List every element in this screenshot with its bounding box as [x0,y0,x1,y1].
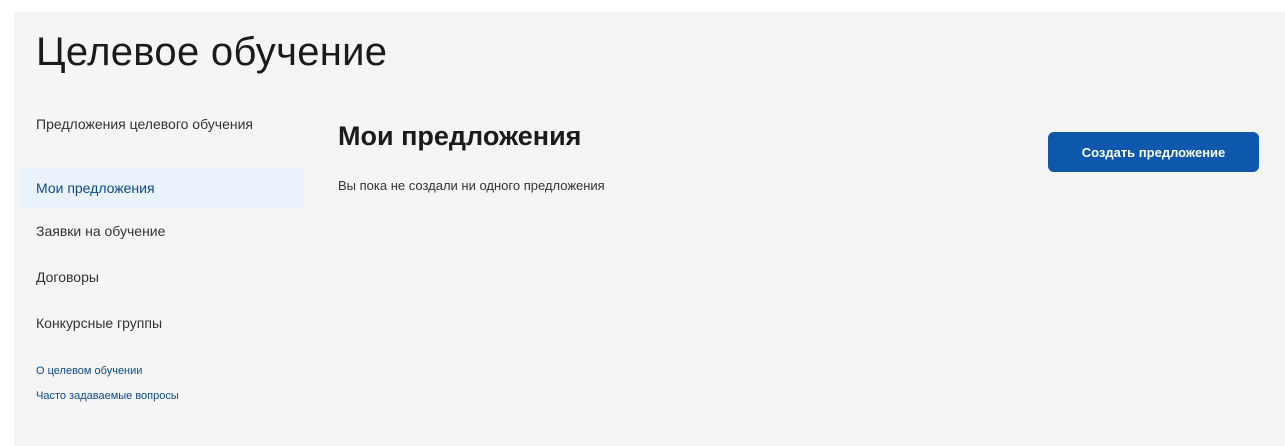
faq-link[interactable]: Часто задаваемые вопросы [36,389,179,403]
empty-state-message: Вы пока не создали ни одного предложения [338,178,605,193]
sidebar-item-my-offers[interactable]: Мои предложения [20,168,304,208]
sidebar-item-competitive-groups[interactable]: Конкурсные группы [20,300,304,346]
sidebar-links: О целевом обучении Часто задаваемые вопр… [36,364,179,414]
page-title: Целевое обучение [36,30,388,74]
sidebar-item-contracts[interactable]: Договоры [20,254,304,300]
sidebar-item-target-offers[interactable]: Предложения целевого обучения [20,110,304,168]
sidebar-item-applications[interactable]: Заявки на обучение [20,208,304,254]
create-offer-button[interactable]: Создать предложение [1048,132,1259,172]
about-target-training-link[interactable]: О целевом обучении [36,364,179,378]
sidebar: Предложения целевого обучения Мои предло… [20,110,304,346]
section-title: Мои предложения [338,121,582,151]
